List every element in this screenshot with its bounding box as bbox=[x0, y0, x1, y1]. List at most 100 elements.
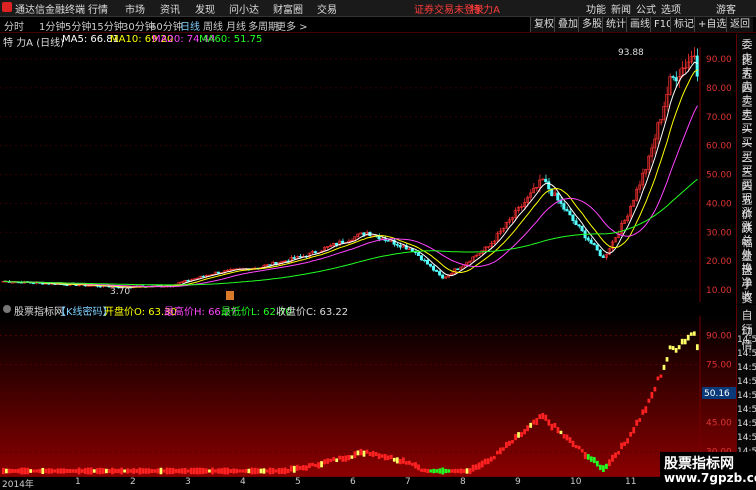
indicator-bar bbox=[647, 398, 651, 403]
menu-quotes[interactable]: 行情 bbox=[88, 1, 108, 16]
toolbar-overlay[interactable]: 叠加 bbox=[554, 17, 581, 32]
indicator-bar bbox=[29, 469, 33, 473]
indicator-bar bbox=[186, 469, 190, 473]
menu-trade[interactable]: 交易 bbox=[317, 1, 337, 16]
month-label: 1 bbox=[75, 477, 81, 487]
indicator-bar bbox=[120, 467, 123, 475]
indicator-bar bbox=[302, 465, 305, 471]
indicator-bar bbox=[295, 464, 299, 471]
indicator-bar bbox=[447, 469, 451, 473]
period-monthly[interactable]: 月线 bbox=[226, 18, 246, 33]
indicator-bar bbox=[202, 467, 205, 475]
candle-body bbox=[386, 240, 390, 242]
candle-body bbox=[556, 192, 560, 201]
menu-ask[interactable]: 问小达 bbox=[229, 1, 259, 16]
indicator-bar bbox=[441, 467, 445, 475]
indicator-bar bbox=[459, 468, 463, 474]
indicator-tick: 45.00 bbox=[706, 419, 732, 429]
indicator-bar bbox=[171, 467, 175, 475]
indicator-settings-icon[interactable] bbox=[3, 305, 11, 313]
candle-body bbox=[398, 245, 402, 248]
indicator-tick: 90.00 bbox=[706, 332, 732, 342]
indicator-bar bbox=[514, 434, 517, 441]
kline-chart[interactable]: 90.00 80.00 70.00 60.00 50.00 40.00 30.00 20.00… bbox=[0, 47, 736, 302]
candle-body bbox=[695, 55, 699, 77]
toolbar-add-watchlist[interactable]: +自选 bbox=[694, 17, 730, 32]
month-label: 2 bbox=[130, 477, 136, 487]
title-bar: 通达信金融终端 行情 市场 资讯 发现 问小达 财富圈 交易 证券交易未登录 特… bbox=[0, 0, 756, 17]
indicator-bar bbox=[683, 338, 687, 345]
indicator-bar bbox=[32, 469, 36, 473]
indicator-bar bbox=[532, 419, 536, 425]
candle-body bbox=[671, 76, 675, 78]
indicator-bar bbox=[538, 414, 542, 420]
period-15min[interactable]: 15分钟 bbox=[91, 18, 124, 33]
candle-body bbox=[441, 274, 445, 279]
toolbar-draw[interactable]: 画线 bbox=[626, 17, 653, 32]
indicator-bar bbox=[214, 469, 217, 473]
indicator-bar bbox=[92, 469, 96, 473]
indicator-bar bbox=[405, 461, 408, 465]
indicator-bar bbox=[353, 451, 357, 458]
tick-panel: 自动行情14:5014:5014:5014:5014:5014:5014:501… bbox=[736, 305, 756, 475]
period-intraday[interactable]: 分时 bbox=[4, 18, 24, 33]
indicator-bar bbox=[205, 468, 208, 474]
indicator-bar bbox=[47, 468, 51, 474]
period-5min[interactable]: 5分钟 bbox=[65, 18, 91, 33]
indicator-bar bbox=[62, 468, 66, 474]
indicator-bar bbox=[356, 450, 360, 456]
indicator-bar bbox=[611, 454, 614, 462]
period-daily[interactable]: 日线 bbox=[180, 18, 200, 33]
indicator-bar bbox=[602, 465, 605, 472]
menu-guest[interactable]: 游客 bbox=[716, 1, 736, 16]
indicator-bar bbox=[217, 468, 220, 474]
indicator-bar bbox=[495, 450, 499, 455]
event-marker-icon[interactable] bbox=[226, 291, 234, 300]
menu-news[interactable]: 资讯 bbox=[160, 1, 180, 16]
indicator-bar bbox=[498, 447, 502, 455]
indicator-bar bbox=[17, 468, 20, 474]
indicator-chart[interactable]: 90.0075.0060.0045.0030.00 50.16 bbox=[0, 316, 736, 476]
menu-discover[interactable]: 发现 bbox=[195, 1, 215, 16]
toolbar-mark[interactable]: 标记 bbox=[670, 17, 697, 32]
time-axis: 2014年 1 2 3 4 5 6 7 8 9 10 11 bbox=[0, 476, 660, 490]
menu-formula[interactable]: 公式 bbox=[636, 1, 656, 16]
quote-panel: 委比卖五卖四卖三卖二卖一买一买二买三买四买五现价涨跌涨幅总量外盘换手净资收益 bbox=[736, 34, 756, 319]
period-more[interactable]: 更多 > bbox=[276, 18, 308, 33]
toolbar-stats[interactable]: 统计 bbox=[602, 17, 629, 32]
tick-label: 14:50 bbox=[737, 363, 756, 373]
toolbar-multi-stock[interactable]: 多股 bbox=[578, 17, 605, 32]
menu-function[interactable]: 功能 bbox=[586, 1, 606, 16]
indicator-bar bbox=[74, 469, 78, 473]
indicator-bar bbox=[656, 376, 660, 381]
period-60min[interactable]: 60分钟 bbox=[150, 18, 183, 33]
month-label: 10 bbox=[570, 477, 582, 487]
period-weekly[interactable]: 周线 bbox=[203, 18, 223, 33]
toolbar-restore-rights[interactable]: 复权 bbox=[530, 17, 557, 32]
tick-label: 14:50 bbox=[737, 433, 756, 443]
menu-options[interactable]: 选项 bbox=[661, 1, 681, 16]
indicator-bar bbox=[189, 467, 193, 475]
menu-newsfeed[interactable]: 新闻 bbox=[611, 1, 631, 16]
indicator-bar bbox=[568, 437, 572, 443]
indicator-bar bbox=[526, 425, 529, 432]
candle-body bbox=[571, 214, 575, 221]
indicator-bar bbox=[341, 456, 345, 462]
indicator-bar bbox=[138, 467, 142, 475]
indicator-bar bbox=[65, 469, 69, 473]
period-1min[interactable]: 1分钟 bbox=[39, 18, 65, 33]
indicator-bar bbox=[244, 469, 248, 473]
indicator-bar bbox=[89, 467, 93, 475]
menu-wealth[interactable]: 财富圈 bbox=[273, 1, 303, 16]
indicator-bar bbox=[653, 386, 657, 392]
indicator-bar bbox=[259, 468, 263, 474]
indicator-bar bbox=[574, 445, 578, 449]
period-multi[interactable]: 多周期 bbox=[248, 18, 278, 33]
app-logo-icon bbox=[2, 2, 12, 12]
candle-body bbox=[592, 243, 596, 246]
indicator-bar bbox=[226, 467, 229, 475]
toolbar-back[interactable]: 返回 bbox=[726, 17, 753, 32]
candle-body bbox=[568, 210, 572, 216]
indicator-bar bbox=[432, 468, 436, 474]
menu-market[interactable]: 市场 bbox=[125, 1, 145, 16]
